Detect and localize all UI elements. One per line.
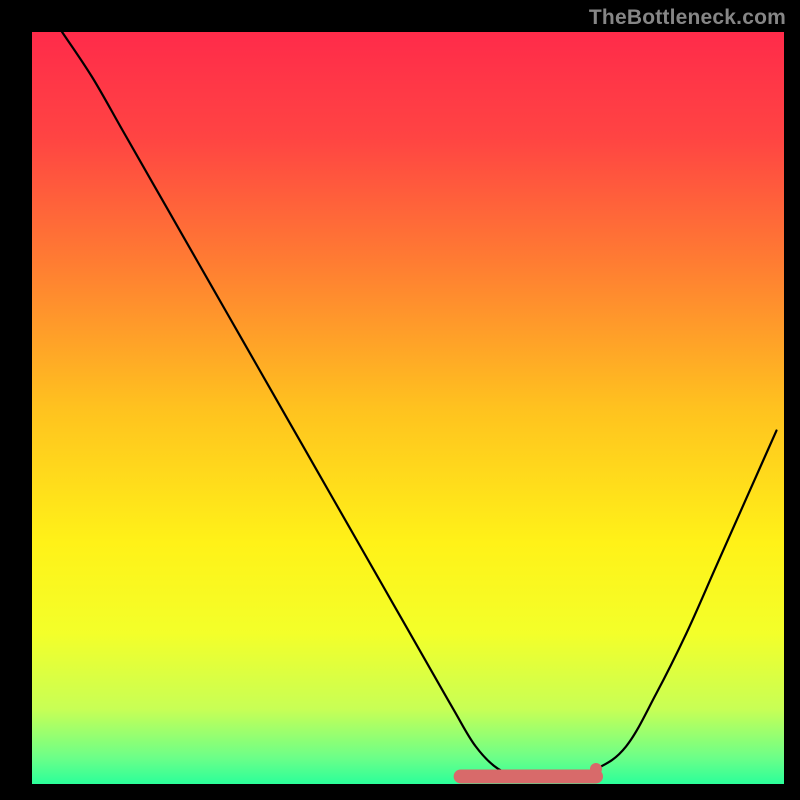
- plot-area: [32, 32, 784, 784]
- gradient-background: [32, 32, 784, 784]
- chart-svg: [32, 32, 784, 784]
- watermark-text: TheBottleneck.com: [589, 6, 786, 30]
- optimal-point-marker: [590, 763, 602, 775]
- chart-frame: TheBottleneck.com: [0, 0, 800, 800]
